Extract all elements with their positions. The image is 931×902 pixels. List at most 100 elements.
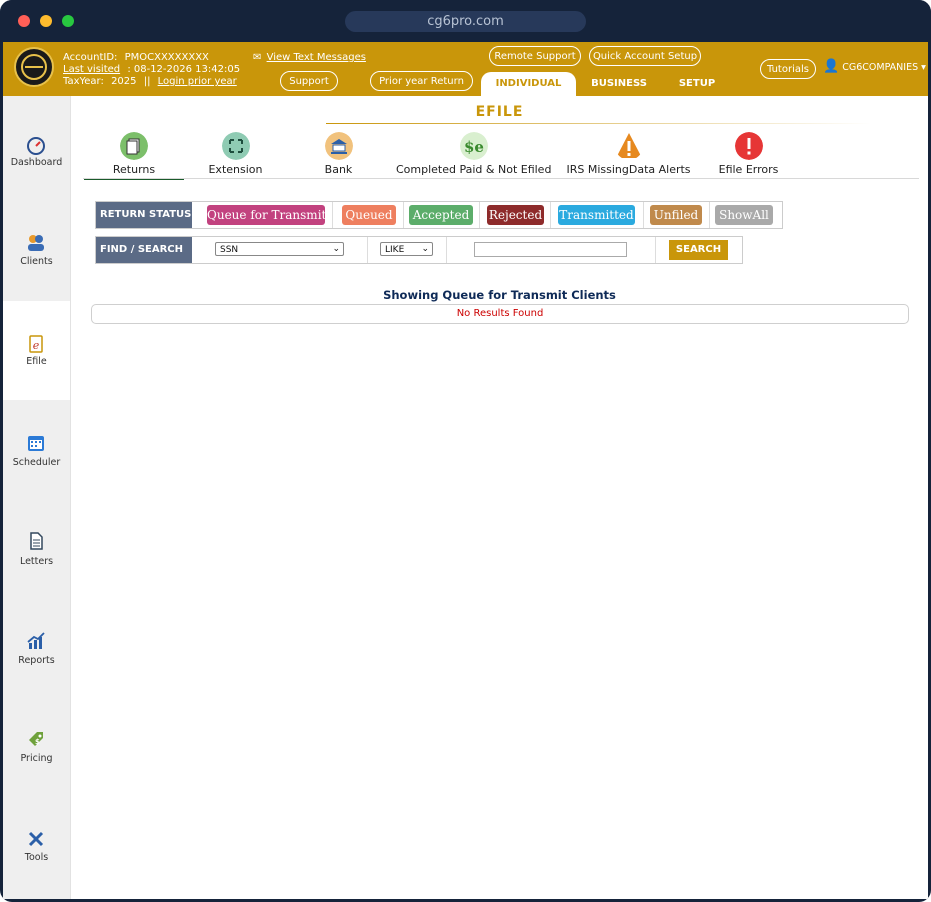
sidebar-item-pricing[interactable]: $ Pricing <box>3 697 70 796</box>
chevron-down-icon: ⌄ <box>421 244 429 254</box>
return-status-label: RETURN STATUS <box>96 202 192 228</box>
close-window-button[interactable] <box>18 15 30 27</box>
status-rejected-button[interactable]: Rejected <box>487 205 544 225</box>
returns-icon <box>120 132 148 160</box>
status-separator <box>709 202 710 228</box>
subtab-extension[interactable]: Extension <box>188 132 283 178</box>
tools-icon <box>28 831 44 847</box>
status-accepted-button[interactable]: Accepted <box>409 205 473 225</box>
last-visited-link[interactable]: Last visited <box>63 64 120 75</box>
status-unfiled-button[interactable]: Unfiled <box>650 205 702 225</box>
browser-window: cg6pro.com AccountID: PMOCXXXXXXXX Last … <box>0 0 931 902</box>
support-button[interactable]: Support <box>280 71 338 91</box>
view-text-messages-link[interactable]: View Text Messages <box>267 52 366 63</box>
subtab-efile-errors[interactable]: Efile Errors <box>706 132 791 178</box>
dollar-e-icon: $e <box>459 132 488 160</box>
sidebar-item-letters[interactable]: Letters <box>3 499 70 598</box>
tax-year-label: TaxYear: <box>63 76 104 87</box>
subtab-extension-label: Extension <box>208 163 263 176</box>
search-separator <box>655 237 656 263</box>
login-prior-year-link[interactable]: Login prior year <box>158 76 237 87</box>
efile-icon: e <box>29 335 43 353</box>
sidebar-item-tools[interactable]: Tools <box>3 796 70 895</box>
subtab-efile-errors-label: Efile Errors <box>718 163 779 176</box>
document-icon <box>30 532 43 550</box>
search-separator <box>367 237 368 263</box>
sidebar-label-dashboard: Dashboard <box>10 157 63 168</box>
search-field-select[interactable]: SSN ⌄ <box>215 242 344 256</box>
tax-year-value: 2025 <box>111 76 137 87</box>
logo-bar <box>25 66 43 68</box>
status-separator <box>479 202 480 228</box>
error-icon <box>734 132 763 160</box>
subtab-returns-label: Returns <box>112 163 156 176</box>
prior-year-return-button[interactable]: Prior year Return <box>370 71 473 91</box>
subtab-bank-label: Bank <box>324 163 353 176</box>
subtab-completed-paid-label: Completed Paid & Not Efiled <box>396 163 552 176</box>
status-queue-for-transmit-button[interactable]: Queue for Transmit <box>207 205 326 225</box>
sidebar: Dashboard Clients e Efile Scheduler Lett… <box>3 96 71 899</box>
status-queued-button[interactable]: Queued <box>342 205 396 225</box>
sidebar-label-reports: Reports <box>18 655 55 666</box>
status-transmitted-button[interactable]: Transmitted <box>558 205 635 225</box>
top-header: AccountID: PMOCXXXXXXXX Last visited : 0… <box>3 42 928 96</box>
subtab-bank[interactable]: Bank <box>291 132 386 178</box>
sidebar-label-clients: Clients <box>20 256 53 267</box>
search-button[interactable]: SEARCH <box>669 240 728 260</box>
sidebar-label-pricing: Pricing <box>20 753 53 764</box>
chart-icon <box>27 632 45 649</box>
tab-setup[interactable]: SETUP <box>668 72 726 96</box>
status-separator <box>332 202 333 228</box>
tax-year-separator: || <box>143 76 151 87</box>
tutorials-button[interactable]: Tutorials <box>760 59 816 79</box>
sidebar-item-scheduler[interactable]: Scheduler <box>3 400 70 499</box>
price-tag-icon: $ <box>29 732 43 746</box>
account-id-label: AccountID: <box>63 52 118 63</box>
minimize-window-button[interactable] <box>40 15 52 27</box>
company-logo[interactable] <box>14 47 54 87</box>
find-search-label: FIND / SEARCH <box>96 237 192 263</box>
title-divider <box>326 123 871 124</box>
logo-ring <box>21 54 47 80</box>
quick-account-setup-button[interactable]: Quick Account Setup <box>589 46 701 66</box>
subtab-irs-missing-data-label: IRS MissingData Alerts <box>566 163 691 176</box>
sidebar-label-efile: Efile <box>26 356 47 367</box>
sidebar-label-letters: Letters <box>19 556 54 567</box>
tax-year: TaxYear: 2025 || Login prior year <box>63 76 237 88</box>
status-showall-button[interactable]: ShowAll <box>715 205 773 225</box>
sidebar-item-dashboard[interactable]: Dashboard <box>3 96 70 195</box>
subtab-completed-paid[interactable]: $e Completed Paid & Not Efiled <box>396 132 551 178</box>
svg-text:e: e <box>33 339 40 352</box>
sidebar-item-efile[interactable]: e Efile <box>3 301 70 400</box>
search-input[interactable] <box>474 242 627 257</box>
search-operator-select[interactable]: LIKE ⌄ <box>380 242 433 256</box>
search-separator <box>446 237 447 263</box>
user-menu[interactable]: 👤 CG6COMPANIES ▾ <box>823 60 926 74</box>
search-operator-value: LIKE <box>385 245 405 255</box>
address-bar[interactable]: cg6pro.com <box>345 11 586 32</box>
subtab-irs-missing-data[interactable]: IRS MissingData Alerts <box>561 132 696 178</box>
view-text-messages[interactable]: ✉ View Text Messages <box>253 52 366 64</box>
chevron-down-icon: ▾ <box>921 62 926 73</box>
gauge-icon <box>27 137 45 155</box>
account-id: AccountID: PMOCXXXXXXXX <box>63 52 209 64</box>
users-icon <box>28 235 44 251</box>
last-visited-value: : 08-12-2026 13:42:05 <box>127 64 241 75</box>
warning-icon <box>615 133 642 158</box>
results-heading: Showing Queue for Transmit Clients <box>383 288 616 302</box>
subtab-divider <box>83 178 919 179</box>
sidebar-item-clients[interactable]: Clients <box>3 195 70 294</box>
main-content: EFILE Returns Extension Bank $e Complete… <box>71 96 928 899</box>
title-bar: cg6pro.com <box>0 0 931 42</box>
subtab-returns[interactable]: Returns <box>84 132 184 180</box>
maximize-window-button[interactable] <box>62 15 74 27</box>
remote-support-button[interactable]: Remote Support <box>489 46 581 66</box>
tab-business[interactable]: BUSINESS <box>584 72 654 96</box>
status-separator <box>403 202 404 228</box>
mail-icon: ✉ <box>253 52 262 63</box>
sidebar-item-reports[interactable]: Reports <box>3 598 70 697</box>
tab-individual[interactable]: INDIVIDUAL <box>481 72 576 96</box>
app-container: AccountID: PMOCXXXXXXXX Last visited : 0… <box>3 42 928 899</box>
user-name: CG6COMPANIES <box>842 62 919 73</box>
chevron-down-icon: ⌄ <box>332 244 340 254</box>
